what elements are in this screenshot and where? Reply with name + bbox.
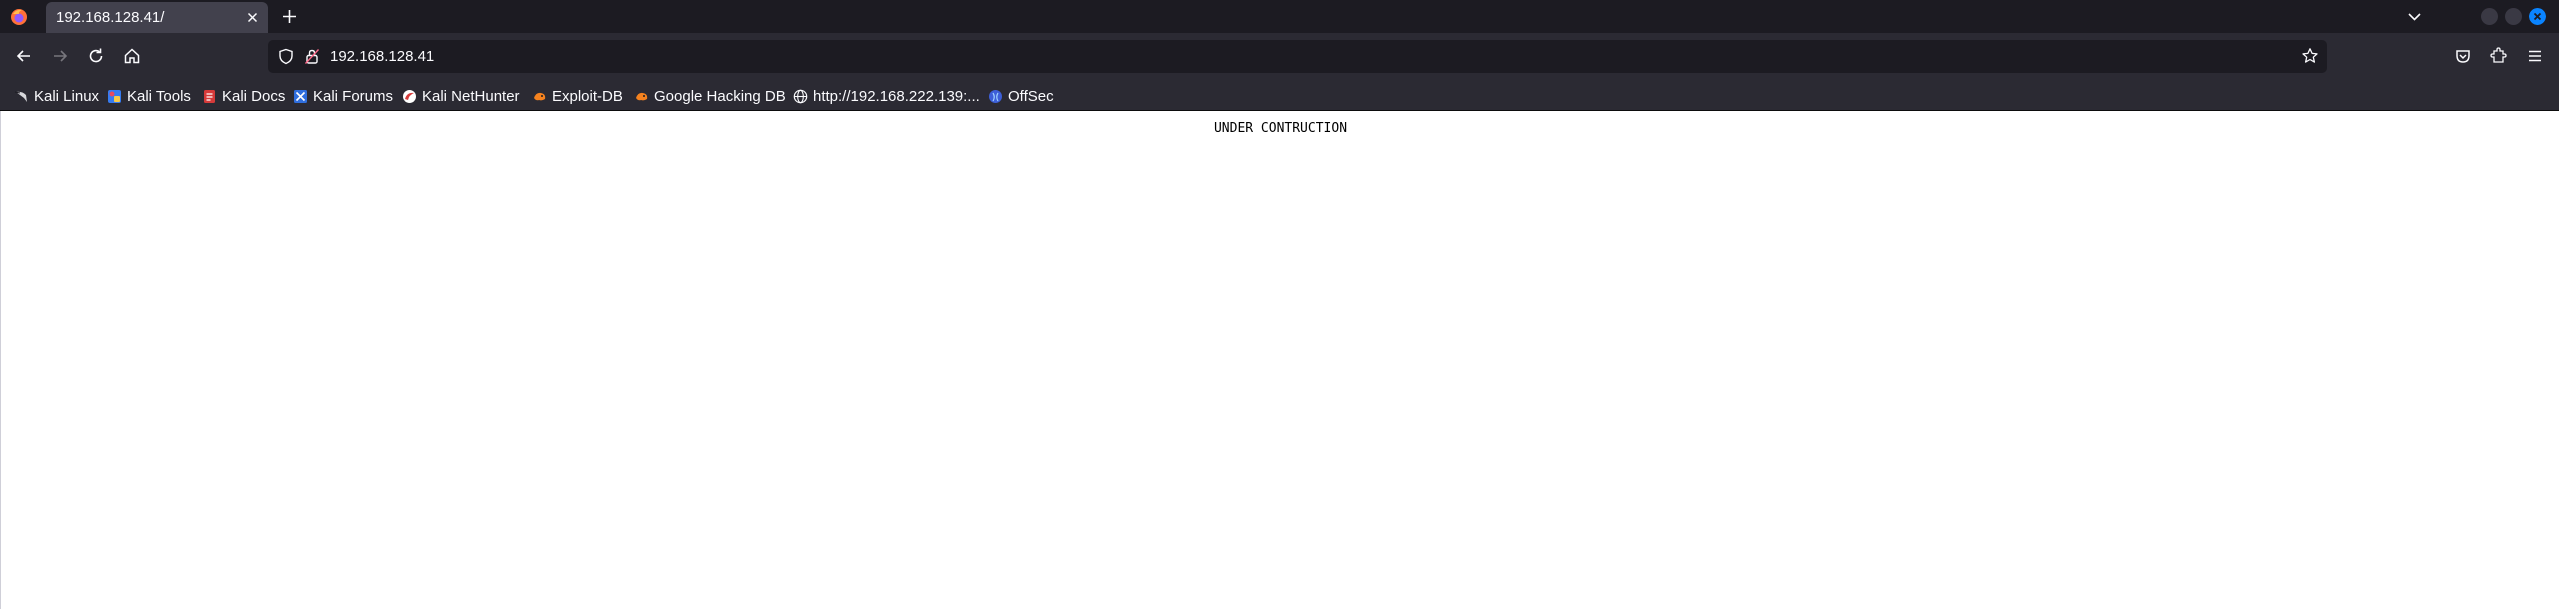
bookmark-kali-tools[interactable]: Kali Tools	[107, 85, 191, 107]
page-body-text: UNDER CONTRUCTION	[1213, 121, 1348, 136]
bookmark-label: http://192.168.222.139:...	[813, 87, 980, 105]
globe-icon	[793, 89, 808, 103]
url-bar[interactable]: 192.168.128.41	[268, 40, 2327, 73]
kali-dragon-icon	[14, 91, 27, 102]
new-tab-icon[interactable]	[281, 8, 298, 25]
forward-arrow-icon[interactable]	[50, 46, 70, 66]
close-window-icon[interactable]	[2529, 8, 2546, 25]
minimize-button[interactable]	[2481, 8, 2498, 25]
browser-window: 192.168.128.41/ 192.168.128.41 Kali Linu…	[0, 0, 2559, 609]
page-content: UNDER CONTRUCTION	[0, 111, 2559, 609]
bookmark-kali-linux[interactable]: Kali Linux	[14, 85, 99, 107]
bookmark-label: Kali Docs	[222, 87, 286, 105]
ghdb-icon	[636, 92, 648, 100]
tab-active[interactable]: 192.168.128.41/	[46, 2, 268, 33]
kali-docs-icon	[204, 89, 215, 103]
offsec-icon	[989, 89, 1002, 103]
maximize-button[interactable]	[2505, 8, 2522, 25]
bookmark-label: OffSec	[1008, 87, 1054, 105]
bookmark-label: Kali Linux	[34, 87, 100, 105]
insecure-lock-icon[interactable]	[304, 48, 320, 65]
bookmark-kali-docs[interactable]: Kali Docs	[202, 85, 285, 107]
bookmark-exploit-db[interactable]: Exploit-DB	[532, 85, 623, 107]
shield-icon[interactable]	[278, 48, 294, 65]
bookmarks-toolbar: Kali Linux Kali Tools Kali Docs Kali For…	[0, 81, 2559, 111]
reload-icon[interactable]	[86, 46, 106, 66]
bookmark-label: Exploit-DB	[552, 87, 623, 105]
url-text[interactable]: 192.168.128.41	[330, 48, 434, 65]
chevron-down-icon[interactable]	[2406, 8, 2423, 25]
tab-title: 192.168.128.41/	[56, 9, 165, 26]
exploit-db-icon	[534, 92, 546, 100]
bookmark-star-icon[interactable]	[2301, 47, 2319, 65]
bookmark-kali-forums[interactable]: Kali Forums	[293, 85, 393, 107]
back-arrow-icon[interactable]	[14, 46, 34, 66]
kali-forums-icon	[294, 89, 307, 103]
bookmark-label: Google Hacking DB	[654, 87, 786, 105]
bookmark-offsec[interactable]: OffSec	[988, 85, 1054, 107]
bookmark-google-hacking-db[interactable]: Google Hacking DB	[634, 85, 786, 107]
navigation-toolbar: 192.168.128.41	[0, 33, 2559, 81]
home-icon[interactable]	[122, 46, 142, 66]
kali-nethunter-icon	[403, 89, 416, 103]
bookmark-label: Kali Tools	[127, 87, 191, 105]
firefox-icon	[11, 9, 27, 25]
pocket-icon[interactable]	[2453, 46, 2473, 66]
bookmark-kali-nethunter[interactable]: Kali NetHunter	[402, 85, 520, 107]
hamburger-menu-icon[interactable]	[2525, 46, 2545, 66]
bookmark-http-192-168-222-139[interactable]: http://192.168.222.139:...	[793, 85, 980, 107]
tab-strip: 192.168.128.41/	[0, 0, 2559, 33]
close-tab-icon[interactable]	[245, 10, 260, 25]
kali-tools-icon	[108, 89, 121, 103]
bookmark-label: Kali NetHunter	[422, 87, 520, 105]
extensions-icon[interactable]	[2489, 46, 2509, 66]
bookmark-label: Kali Forums	[313, 87, 394, 105]
